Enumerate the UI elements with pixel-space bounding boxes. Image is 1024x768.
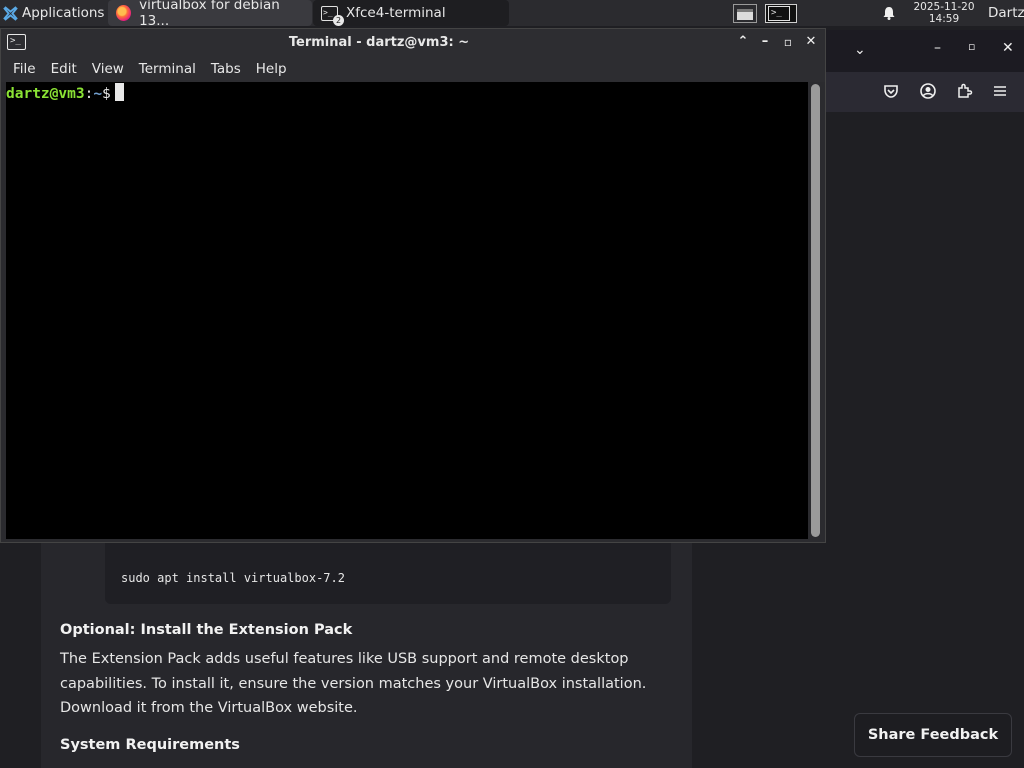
window-title: Terminal - dartz@vm3: ~ (288, 35, 470, 50)
minimize-button[interactable]: – (756, 33, 774, 51)
paragraph-line: capabilities. To install it, ensure the … (60, 675, 647, 692)
menu-tabs[interactable]: Tabs (211, 61, 241, 77)
menu-terminal[interactable]: Terminal (139, 61, 196, 77)
window-preview-icon (737, 9, 753, 20)
close-icon[interactable]: ✕ (1002, 40, 1014, 56)
terminal-menubar: File Edit View Terminal Tabs Help (1, 56, 825, 82)
browser-toolbar (826, 72, 1024, 112)
notification-bell-icon[interactable] (882, 6, 896, 20)
terminal-scrollbar[interactable] (811, 84, 820, 537)
maximize-button[interactable]: ▫ (779, 33, 797, 51)
extensions-icon[interactable] (955, 82, 973, 100)
taskbar-item-terminal[interactable]: >_ 2 Xfce4-terminal (313, 0, 509, 26)
menu-edit[interactable]: Edit (51, 61, 77, 77)
taskbar-item-label: virtualbox for debian 13... (139, 0, 280, 29)
paragraph-line: Download it from the VirtualBox website. (60, 700, 358, 716)
taskbar-item-firefox[interactable]: virtualbox for debian 13... (108, 0, 312, 29)
pocket-icon[interactable] (882, 82, 900, 100)
maximize-icon[interactable]: ▫ (968, 40, 975, 53)
text-cursor (114, 83, 124, 101)
clock[interactable]: 2025-11-20 14:59 (905, 1, 983, 25)
applications-label: Applications (22, 5, 105, 21)
user-menu[interactable]: Dartz (988, 0, 1024, 26)
browser-content-area (826, 112, 1024, 768)
terminal-window: >_ Terminal - dartz@vm3: ~ ⌃ – ▫ ✕ File … (0, 28, 826, 543)
shell-prompt: dartz@vm3:~$ (6, 83, 808, 104)
code-line: sudo apt install virtualbox-7.2 (121, 571, 345, 585)
hamburger-menu-icon[interactable] (991, 82, 1009, 100)
browser-tabbar: ⌄ – ▫ ✕ (826, 30, 1024, 72)
share-feedback-button[interactable]: Share Feedback (854, 713, 1012, 757)
heading-extension-pack: Optional: Install the Extension Pack (60, 622, 353, 638)
terminal-titlebar[interactable]: >_ Terminal - dartz@vm3: ~ ⌃ – ▫ ✕ (1, 29, 825, 56)
clock-time: 14:59 (928, 13, 960, 25)
account-icon[interactable] (919, 82, 937, 100)
firefox-icon (116, 5, 132, 21)
top-panel: Applications ≡ virtualbox for debian 13.… (0, 0, 1024, 29)
terminal-preview-icon: >_ (768, 6, 790, 21)
prompt-colon: : (84, 86, 94, 102)
extension-paragraph: The Extension Pack adds useful features … (60, 647, 660, 721)
applications-menu[interactable]: Applications ≡ (0, 0, 118, 26)
workspace-1-button[interactable] (733, 4, 757, 23)
prompt-path: ~ (93, 86, 103, 102)
clock-date: 2025-11-20 (913, 1, 975, 13)
terminal-icon: >_ 2 (321, 5, 344, 26)
taskbar-item-label: Xfce4-terminal (346, 5, 446, 21)
tab-list-chevron-icon[interactable]: ⌄ (854, 42, 866, 58)
window-count-badge: 2 (333, 14, 344, 26)
menu-view[interactable]: View (92, 61, 124, 77)
terminal-screen[interactable]: dartz@vm3:~$ (6, 82, 808, 539)
menu-help[interactable]: Help (256, 61, 287, 77)
workspace-2-button[interactable]: >_ (765, 4, 797, 23)
menu-file[interactable]: File (13, 61, 36, 77)
prompt-user-host: dartz@vm3 (6, 86, 85, 102)
prompt-symbol: $ (102, 86, 111, 102)
close-button[interactable]: ✕ (802, 33, 820, 51)
minimize-icon[interactable]: – (934, 40, 941, 56)
shade-up-button[interactable]: ⌃ (734, 33, 752, 51)
xfce-logo-icon (3, 5, 18, 21)
paragraph-line: The Extension Pack adds useful features … (60, 651, 629, 667)
heading-system-requirements: System Requirements (60, 737, 240, 753)
